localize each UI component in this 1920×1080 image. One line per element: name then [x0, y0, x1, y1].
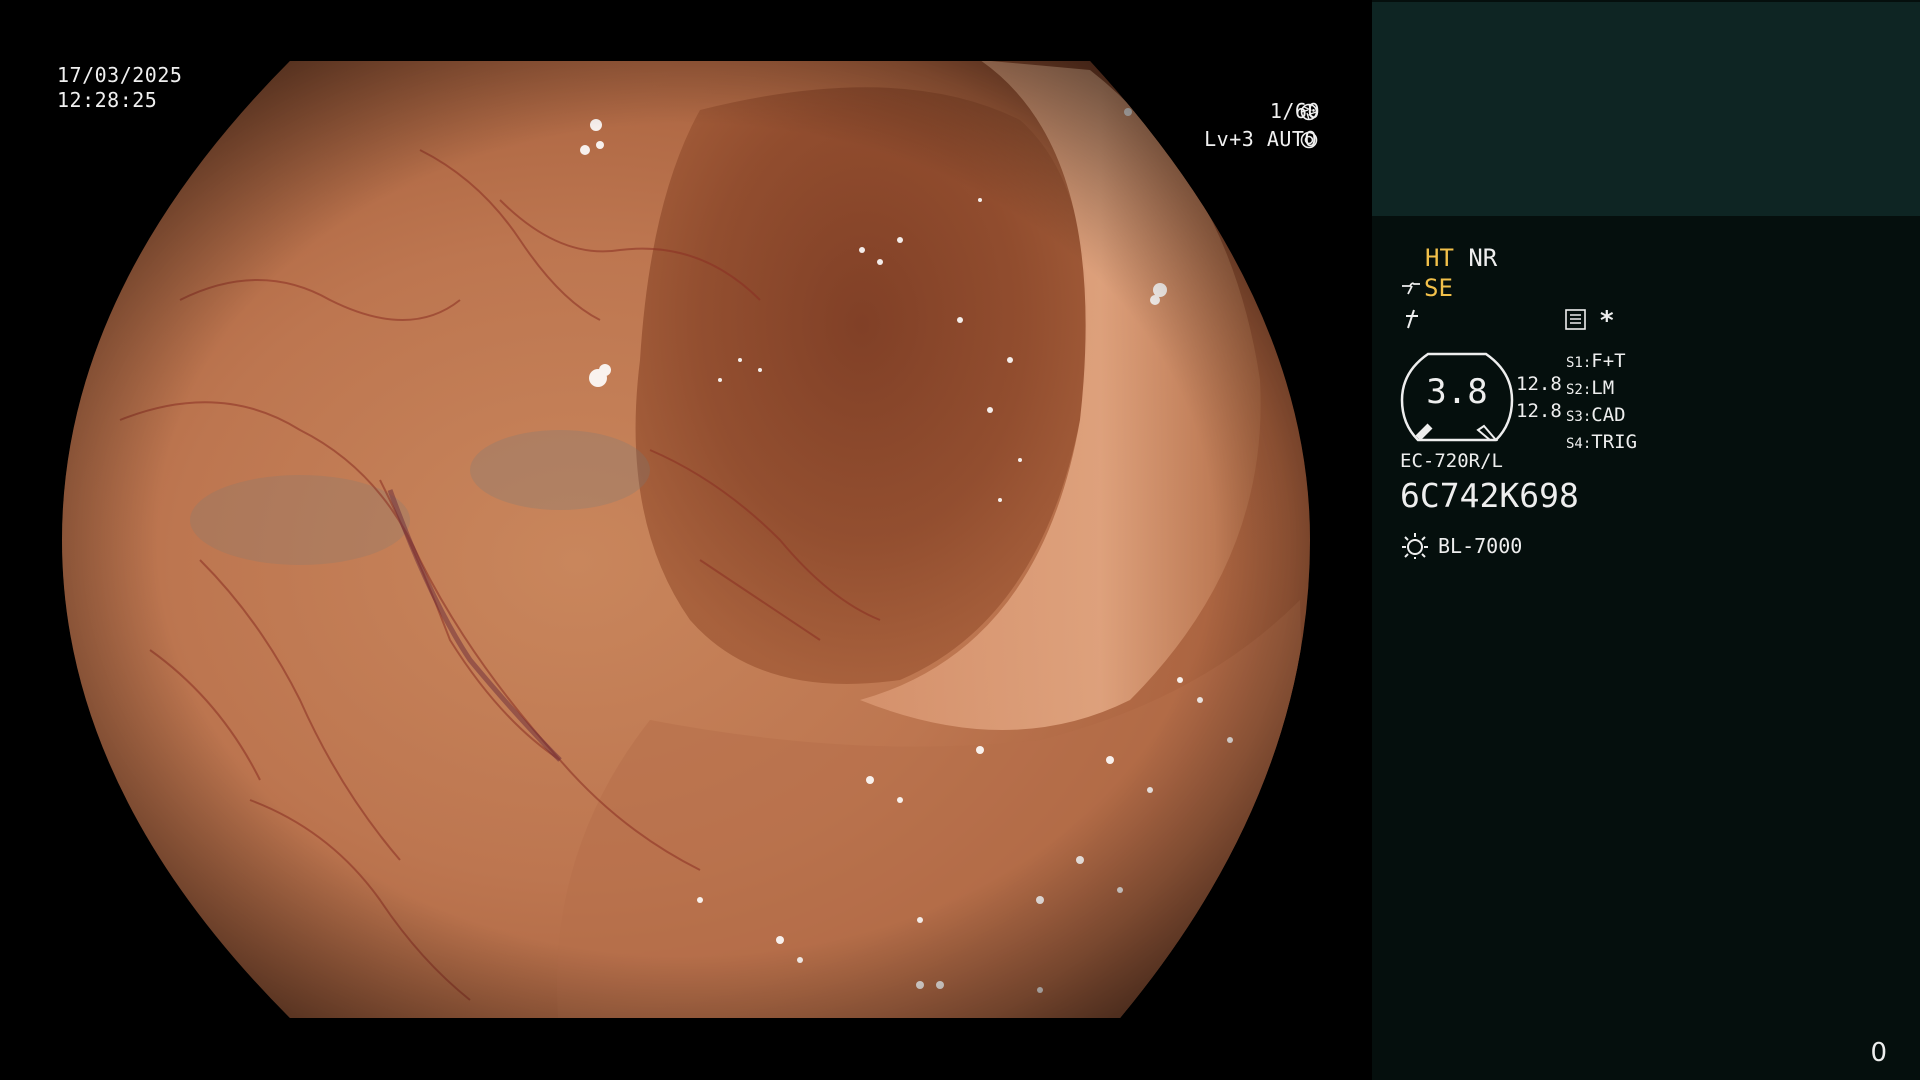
- panel-header-area: [1372, 2, 1920, 216]
- gauge-side-value-2: 12.8: [1516, 400, 1562, 422]
- date-text: 17/03/2025: [57, 63, 183, 87]
- scope-switch-s1: S1:F+T: [1566, 350, 1626, 372]
- aperture-icon: [1300, 103, 1318, 121]
- color-mode-icon: [1406, 309, 1418, 329]
- endoscope-video-view: 17/03/2025 12:28:25 1/60 Lv+3 AUTO: [0, 0, 1372, 1080]
- exposure-readout: Lv+3 AUTO: [1180, 127, 1317, 152]
- gauge-side-value-1: 12.8: [1516, 373, 1562, 395]
- gauge-value: 3.8: [1426, 372, 1488, 412]
- se-label: SE: [1424, 274, 1453, 302]
- scope-serial: 6C742K698: [1400, 476, 1579, 515]
- scope-switch-list: S1:F+T S2:LM S3:CAD S4:TRIG: [1566, 349, 1637, 457]
- frame-counter: 0: [1870, 1038, 1887, 1068]
- asterisk-indicator: *: [1599, 306, 1615, 336]
- level-text: Lv+3: [1204, 127, 1255, 151]
- scope-model: EC-720R/L: [1400, 450, 1503, 472]
- light-source-label: BL-7000: [1438, 534, 1523, 558]
- scope-switch-s3: S3:CAD: [1566, 404, 1626, 426]
- scope-switch-s2: S2:LM: [1566, 377, 1615, 399]
- iris-icon: [1300, 131, 1318, 149]
- record-memo-icon: [1565, 309, 1586, 330]
- time-text: 12:28:25: [57, 88, 158, 112]
- enhancement-row: HT NR: [1425, 244, 1497, 272]
- structure-enhancement-icon: [1402, 282, 1420, 295]
- ht-label: HT: [1425, 244, 1454, 272]
- nr-label: NR: [1468, 244, 1498, 272]
- date-time-readout: 17/03/2025 12:28:25: [57, 63, 182, 113]
- light-source-icon: [1402, 533, 1428, 559]
- scope-switch-s4: S4:TRIG: [1566, 431, 1638, 453]
- gauge-side-values: 12.8 12.8: [1516, 371, 1562, 425]
- colonoscopy-image: [62, 61, 1310, 1018]
